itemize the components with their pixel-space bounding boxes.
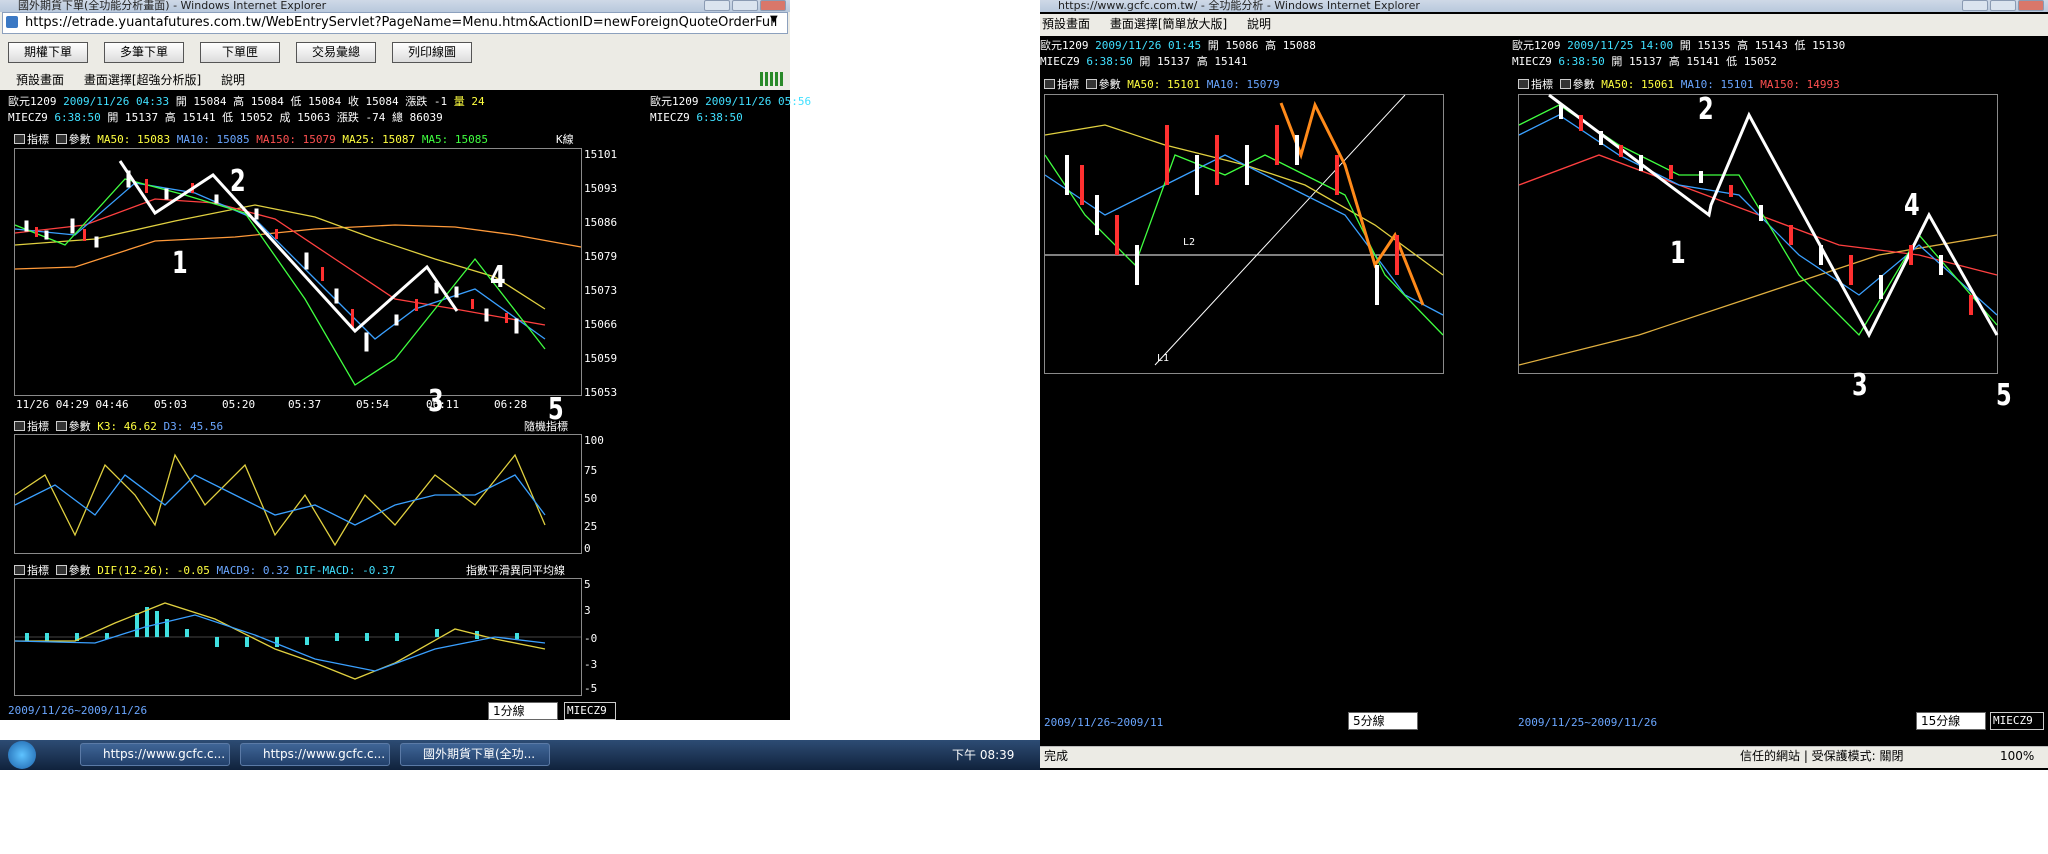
p4-kline-header: 指標 參數 MA50: 15061 MA10: 15101 MA150: 149… (1518, 78, 1840, 91)
left-menu: 預設畫面 畫面選擇[超強分析版] 說明 (16, 72, 261, 89)
p1-d3-line (14, 474, 546, 526)
p4-mark-5: 5 (1996, 378, 2012, 413)
p4-info-row-2: MIECZ9 6:38:50 開 15137 高 15141 低 15052 (1512, 55, 1777, 68)
range-left: 2009/11/26~2009/11/26 (8, 704, 148, 717)
grid-icon[interactable] (760, 72, 784, 86)
left-window-controls (704, 0, 786, 11)
taskbar-item-gcfc-1[interactable]: https://www.gcfc.c... (80, 743, 230, 766)
p1-macd-title-copy: 指數平滑異同平均線 (466, 564, 565, 577)
p1-kd-svg (14, 453, 546, 547)
status-done: 完成 (1044, 749, 1069, 763)
p3-candles-red (1080, 125, 1399, 275)
p4-ma150-line (1518, 234, 1998, 366)
p1-info-row-2: MIECZ9 6:38:50 開 15137 高 15141 低 15052 成… (8, 111, 443, 124)
p1-mark-4: 4 (490, 260, 506, 295)
p4-info-row-1: 歐元1209 2009/11/25 14:00 開 15135 高 15143 … (1512, 39, 1846, 52)
left-address-bar[interactable]: https://etrade.yuantafutures.com.tw/WebE… (2, 12, 788, 34)
p1-mark-2: 2 (230, 164, 246, 199)
maximize-button[interactable] (1990, 0, 2016, 11)
p2-info-row-1: 歐元1209 2009/11/26 05:56 開 15073 (650, 95, 869, 108)
right-window-controls (1962, 0, 2044, 11)
p1-k3-line (14, 453, 546, 547)
close-button[interactable] (760, 0, 786, 11)
p1-kline-header: 指標 參數 MA50: 15083 MA10: 15085 MA150: 150… (14, 133, 488, 146)
p3-trend-wave (1279, 100, 1425, 306)
p1-macd-svg (14, 602, 581, 680)
p3-candles (1065, 135, 1379, 305)
p1-candles (24, 170, 519, 352)
interval-select-15[interactable]: 15分線 (1916, 712, 1986, 730)
taskbar-item-order[interactable]: 國外期貨下單(全功... (400, 743, 550, 766)
p1-mark-1: 1 (172, 246, 188, 281)
p4-kline-svg (1518, 93, 1999, 366)
right-status-bar: 完成 信任的網站 | 受保護模式: 關閉 100% (1040, 746, 2048, 768)
right-window-title: https://www.gcfc.com.tw/ - 全功能分析 - Windo… (1040, 0, 2048, 12)
p1-kd-title: 隨機指標 (524, 420, 568, 433)
minimize-button[interactable] (704, 0, 730, 11)
p1-macd-histogram (25, 607, 519, 647)
p1-macd9-line (14, 614, 546, 672)
p4-mark-3: 3 (1852, 368, 1868, 403)
p4-kline-plot (1518, 93, 1999, 374)
p1-kline-title: K線 (556, 133, 574, 146)
p3-kline-plot: L2 L1 (1044, 94, 1444, 374)
menu-help[interactable]: 說明 (1247, 17, 1271, 31)
p3-note-l2: L2 (1183, 237, 1195, 248)
taskbar-item-gcfc-2[interactable]: https://www.gcfc.c... (240, 743, 390, 766)
taskbar-clock: 下午 08:39 (952, 748, 1015, 762)
p3-diagonal-line (1154, 94, 1406, 366)
range-mid: 2009/11/26~2009/11 (1044, 716, 1164, 729)
p4-mark-1: 1 (1670, 236, 1686, 271)
menu-screen-select[interactable]: 畫面選擇[簡單放大版] (1110, 17, 1227, 31)
minimize-button[interactable] (1962, 0, 1988, 11)
status-zoom[interactable]: 100% (2000, 747, 2034, 766)
p4-trend-wave (1548, 93, 1999, 339)
p1-kd-plot (14, 434, 582, 554)
menu-default[interactable]: 預設畫面 (1042, 17, 1090, 31)
address-dropdown-icon[interactable]: ▼ (770, 14, 778, 25)
p1-macd-plot (14, 578, 582, 696)
p3-kline-header: 指標 參數 MA50: 15101 MA10: 15079 (1044, 78, 1280, 91)
p4-ma25-line (1518, 154, 1998, 276)
start-orb-icon[interactable] (8, 741, 36, 769)
p1-kd-header: 指標 參數 K3: 46.62 D3: 45.56 (14, 420, 223, 433)
close-button[interactable] (2018, 0, 2044, 11)
p4-mark-2: 2 (1698, 92, 1714, 127)
ie-page-icon (6, 16, 18, 28)
p4-mark-4: 4 (1904, 188, 1920, 223)
range-right: 2009/11/25~2009/11/26 (1518, 716, 1658, 729)
toolbar-button-print[interactable]: 列印線圖 (392, 42, 472, 63)
code-box-2[interactable]: MIECZ9 (1990, 712, 2044, 730)
p3-ma5-line (1044, 154, 1444, 336)
p1-info-row-1: 歐元1209 2009/11/26 04:33 開 15084 高 15084 … (8, 95, 485, 108)
left-window-title: 國外期貨下單(全功能分析畫面) - Windows Internet Explo… (0, 0, 790, 12)
p4-candles (1559, 105, 1943, 299)
right-menu: 預設畫面 畫面選擇[簡單放大版] 說明 (1042, 16, 1287, 33)
maximize-button[interactable] (732, 0, 758, 11)
interval-select-5[interactable]: 5分線 (1348, 712, 1418, 730)
code-box-1[interactable]: MIECZ9 (564, 702, 616, 720)
p3-note-l1: L1 (1157, 353, 1169, 364)
interval-select-1[interactable]: 1分線 (488, 702, 558, 720)
menu-screen-select[interactable]: 畫面選擇[超強分析版] (84, 73, 201, 87)
toolbar-button-summary[interactable]: 交易彙總 (296, 42, 376, 63)
toolbar-button-multi[interactable]: 多筆下單 (104, 42, 184, 63)
p1-dif-line (15, 602, 546, 680)
p2-info-row-2: MIECZ9 6:38:50 (650, 111, 743, 124)
p3-kline-svg: L2 L1 (1044, 94, 1444, 366)
p1-macd-header-copy: 指標 參數 DIF(12-26): -0.05 MACD9: 0.32 DIF-… (14, 564, 395, 577)
p3-info-row-2: MIECZ9 6:38:50 開 15137 高 15141 (1040, 55, 1248, 68)
menu-default[interactable]: 預設畫面 (16, 73, 64, 87)
p1-ma50-line (14, 204, 546, 310)
p1-trend-wave (118, 160, 459, 334)
menu-help[interactable]: 說明 (221, 73, 245, 87)
toolbar-button-order-box[interactable]: 下單匣 (200, 42, 280, 63)
status-zone: 信任的網站 | 受保護模式: 關閉 (1740, 749, 1904, 763)
p3-info-row-1: 歐元1209 2009/11/26 01:45 開 15086 高 15088 (1040, 39, 1316, 52)
toolbar-button-options[interactable]: 期權下單 (8, 42, 88, 63)
